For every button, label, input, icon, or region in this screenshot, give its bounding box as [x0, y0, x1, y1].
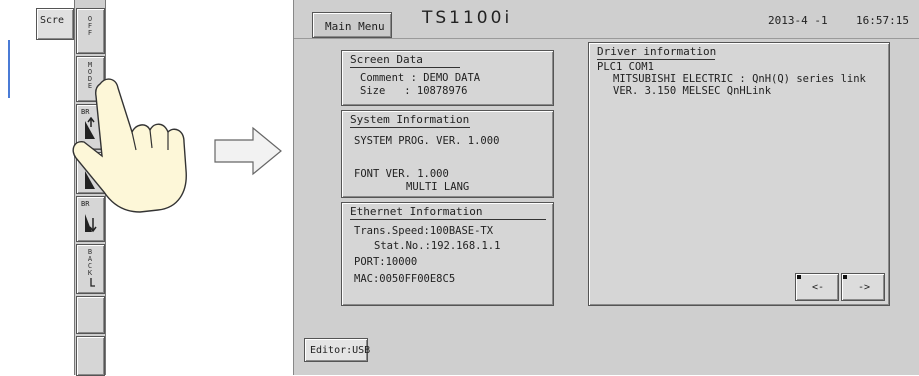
- left-indicator-line: [8, 40, 10, 98]
- driver-prev-button[interactable]: <-: [795, 273, 839, 301]
- ethernet-mac: MAC:0050FF00E8C5: [354, 273, 456, 285]
- font-language: MULTI LANG: [406, 181, 470, 193]
- driver-info-title: Driver information: [597, 45, 717, 58]
- right-arrow-icon: [214, 126, 282, 176]
- screen-data-size: Size : 10878976: [360, 85, 468, 97]
- toolbar-button-off[interactable]: OFF: [76, 8, 105, 54]
- toolbar-button-back-label: BACK: [86, 248, 94, 276]
- editor-usb-button[interactable]: Editor:USB: [304, 338, 371, 362]
- corner-marker-icon: [797, 275, 801, 279]
- left-panel: Scre OFF MODE BR BR BACK: [0, 0, 187, 376]
- ethernet-info-panel: Ethernet Information Trans.Speed:100BASE…: [341, 202, 554, 306]
- system-info-panel: System Information SYSTEM PROG. VER. 1.0…: [341, 110, 554, 198]
- ethernet-port: PORT:10000: [354, 256, 418, 268]
- screen-data-title: Screen Data: [350, 53, 423, 66]
- system-prog-version: SYSTEM PROG. VER. 1.000: [354, 135, 500, 147]
- driver-prev-label: <-: [812, 282, 825, 293]
- ethernet-info-title: Ethernet Information: [350, 205, 483, 218]
- driver-next-label: ->: [858, 282, 871, 293]
- ethernet-info-title-underline: [350, 219, 546, 220]
- screen-data-panel: Screen Data Comment : DEMO DATA Size : 1…: [341, 50, 554, 106]
- driver-info-panel: Driver information PLC1 COM1 MITSUBISHI …: [588, 42, 890, 306]
- driver-plc-line: PLC1 COM1: [597, 61, 654, 73]
- editor-usb-label: Editor:USB: [310, 345, 371, 356]
- time-text: 16:57:15: [856, 14, 909, 27]
- header-divider: [294, 38, 919, 39]
- date-text: 2013-4 -1: [768, 14, 828, 27]
- toolbar-button-blank-1[interactable]: [76, 296, 105, 334]
- ethernet-station: Stat.No.:192.168.1.1: [374, 240, 501, 252]
- driver-maker-line: MITSUBISHI ELECTRIC : QnH(Q) series link: [613, 73, 866, 85]
- driver-version-line: VER. 3.150 MELSEC QnHLink: [613, 85, 772, 97]
- pointing-hand-icon: [72, 78, 187, 213]
- hmi-screen: Main Menu TS1100i 2013-4 -1 16:57:15 Scr…: [293, 0, 919, 375]
- system-info-title-underline: [350, 127, 470, 128]
- font-version: FONT VER. 1.000: [354, 168, 449, 180]
- screen-data-comment: Comment : DEMO DATA: [360, 72, 481, 84]
- corner-marker-icon: [843, 275, 847, 279]
- screen-tab[interactable]: Scre: [36, 8, 74, 40]
- system-info-title: System Information: [350, 113, 470, 126]
- main-menu-button[interactable]: Main Menu: [312, 12, 392, 38]
- toolbar-button-off-label: OFF: [86, 15, 94, 36]
- toolbar-button-back[interactable]: BACK: [76, 244, 105, 294]
- ethernet-speed: Trans.Speed:100BASE-TX: [354, 225, 494, 237]
- model-name: TS1100i: [422, 8, 513, 28]
- backlight-icon: [90, 278, 95, 287]
- main-menu-label: Main Menu: [325, 20, 385, 33]
- driver-next-button[interactable]: ->: [841, 273, 885, 301]
- screen-data-title-underline: [350, 67, 460, 68]
- screen-tab-label: Scre: [40, 15, 65, 26]
- driver-info-title-underline: [597, 59, 715, 60]
- toolbar-button-blank-2[interactable]: [76, 336, 105, 376]
